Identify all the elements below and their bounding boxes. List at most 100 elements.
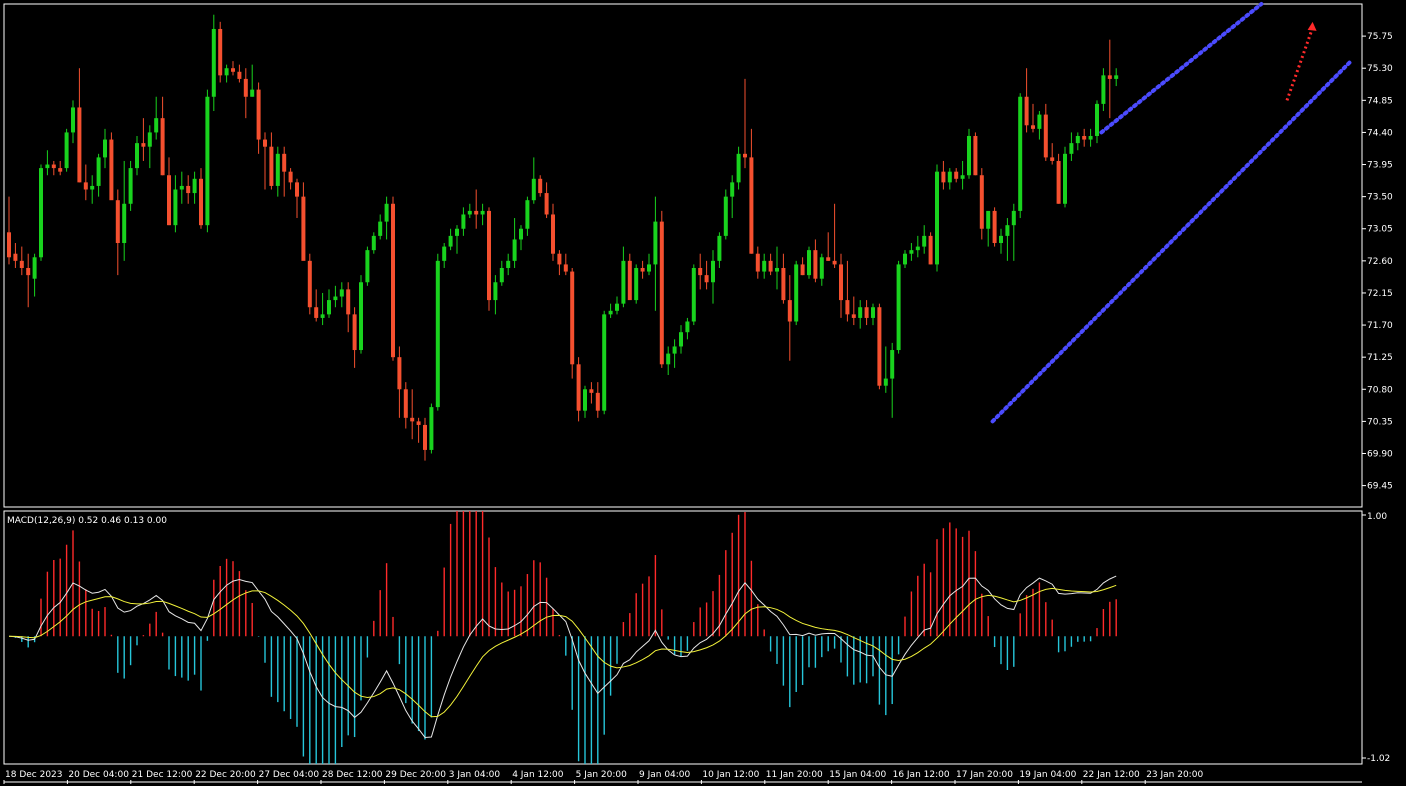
candle-body [243,78,248,97]
candle-body [167,175,171,226]
time-tick-label: 22 Jan 12:00 [1083,770,1140,780]
candle [307,253,312,315]
candle [973,132,978,176]
time-tick-label: 16 Jan 12:00 [893,770,950,780]
candle-body [391,203,395,358]
candle-body [51,164,56,169]
candle-body [602,314,607,411]
candle-body [410,417,415,422]
candle-body [487,210,491,301]
candle-body [621,260,626,304]
candle-body [871,307,875,318]
candle-body [992,210,997,244]
candle-body [179,185,184,190]
candle-body [1043,114,1048,158]
candle-body [1101,75,1106,104]
candle [967,128,971,179]
candle-body [576,364,581,411]
candle-body [115,200,120,244]
candle-body [1024,96,1029,126]
candle-body [1056,160,1061,204]
candle-body [506,260,511,268]
candle [807,246,811,279]
candle-body [461,214,466,229]
candle-body [1107,75,1112,79]
candle-body [1005,225,1010,236]
candle-body [237,71,242,79]
candle-body [717,235,722,261]
candle-body [45,164,50,169]
price-tick-label: 70.35 [1367,417,1393,427]
candle [794,260,799,326]
candle-body [288,171,293,183]
candle-body [339,289,344,297]
candle-body [224,68,229,76]
candle [570,267,575,379]
candle-body [787,300,792,322]
candle-body [813,250,818,279]
candle-body [333,296,338,301]
candle-body [77,107,82,183]
candle-body [672,346,677,354]
candle [218,21,223,83]
candle-body [320,314,325,318]
candle-body [800,264,805,276]
candle [691,264,696,326]
candle [723,189,728,240]
time-tick-label: 23 Jan 20:00 [1146,770,1203,780]
candle-body [1018,96,1023,211]
candle-body [122,203,127,244]
candle-body [250,89,255,97]
candle [992,207,997,247]
candle-body [698,267,703,276]
candle-body [154,118,159,133]
candle-body [858,307,863,318]
candle-body [1050,157,1055,161]
candle-body [1075,135,1080,144]
candle [979,168,984,240]
candle-body [935,171,939,265]
candle-body [986,210,991,229]
candle-body [589,389,594,393]
candle-body [1114,75,1119,79]
candle-body [263,139,267,147]
candle-body [435,260,440,408]
candle [205,89,210,233]
candle-body [282,153,287,172]
candle-body [749,157,754,254]
candle-body [416,421,421,425]
candle-body [973,135,978,176]
candle-body [691,267,696,322]
candle-body [1063,153,1067,204]
candle-body [544,193,549,215]
candle-body [275,153,280,186]
candle-body [13,253,18,261]
candle-body [807,250,811,276]
candle-body [160,118,165,176]
candle [365,246,370,286]
candle-body [58,168,63,172]
candle-body [525,200,530,229]
candle [109,132,114,201]
candle-body [1011,210,1016,226]
candle [634,264,639,304]
candle-body [839,264,843,301]
candle [487,207,491,311]
candle-body [551,214,555,254]
candle-body [455,228,459,236]
candle-body [192,178,197,194]
price-tick-label: 71.70 [1367,321,1393,331]
price-tick-label: 74.40 [1367,128,1393,138]
candle-body [256,89,261,140]
candle [128,160,133,211]
price-axis: 75.75 75.30 74.85 74.40 73.95 73.50 73.05 72.60… [1362,32,1393,492]
candle-body [135,143,139,169]
candle [391,196,395,361]
candle-body [1088,135,1093,140]
candle-body [480,210,485,215]
candle-body [640,267,645,272]
price-tick-label: 69.90 [1367,449,1393,459]
macd-scale-bottom: -1.02 [1367,754,1390,764]
price-tick-label: 75.30 [1367,64,1393,74]
candle [896,260,901,354]
